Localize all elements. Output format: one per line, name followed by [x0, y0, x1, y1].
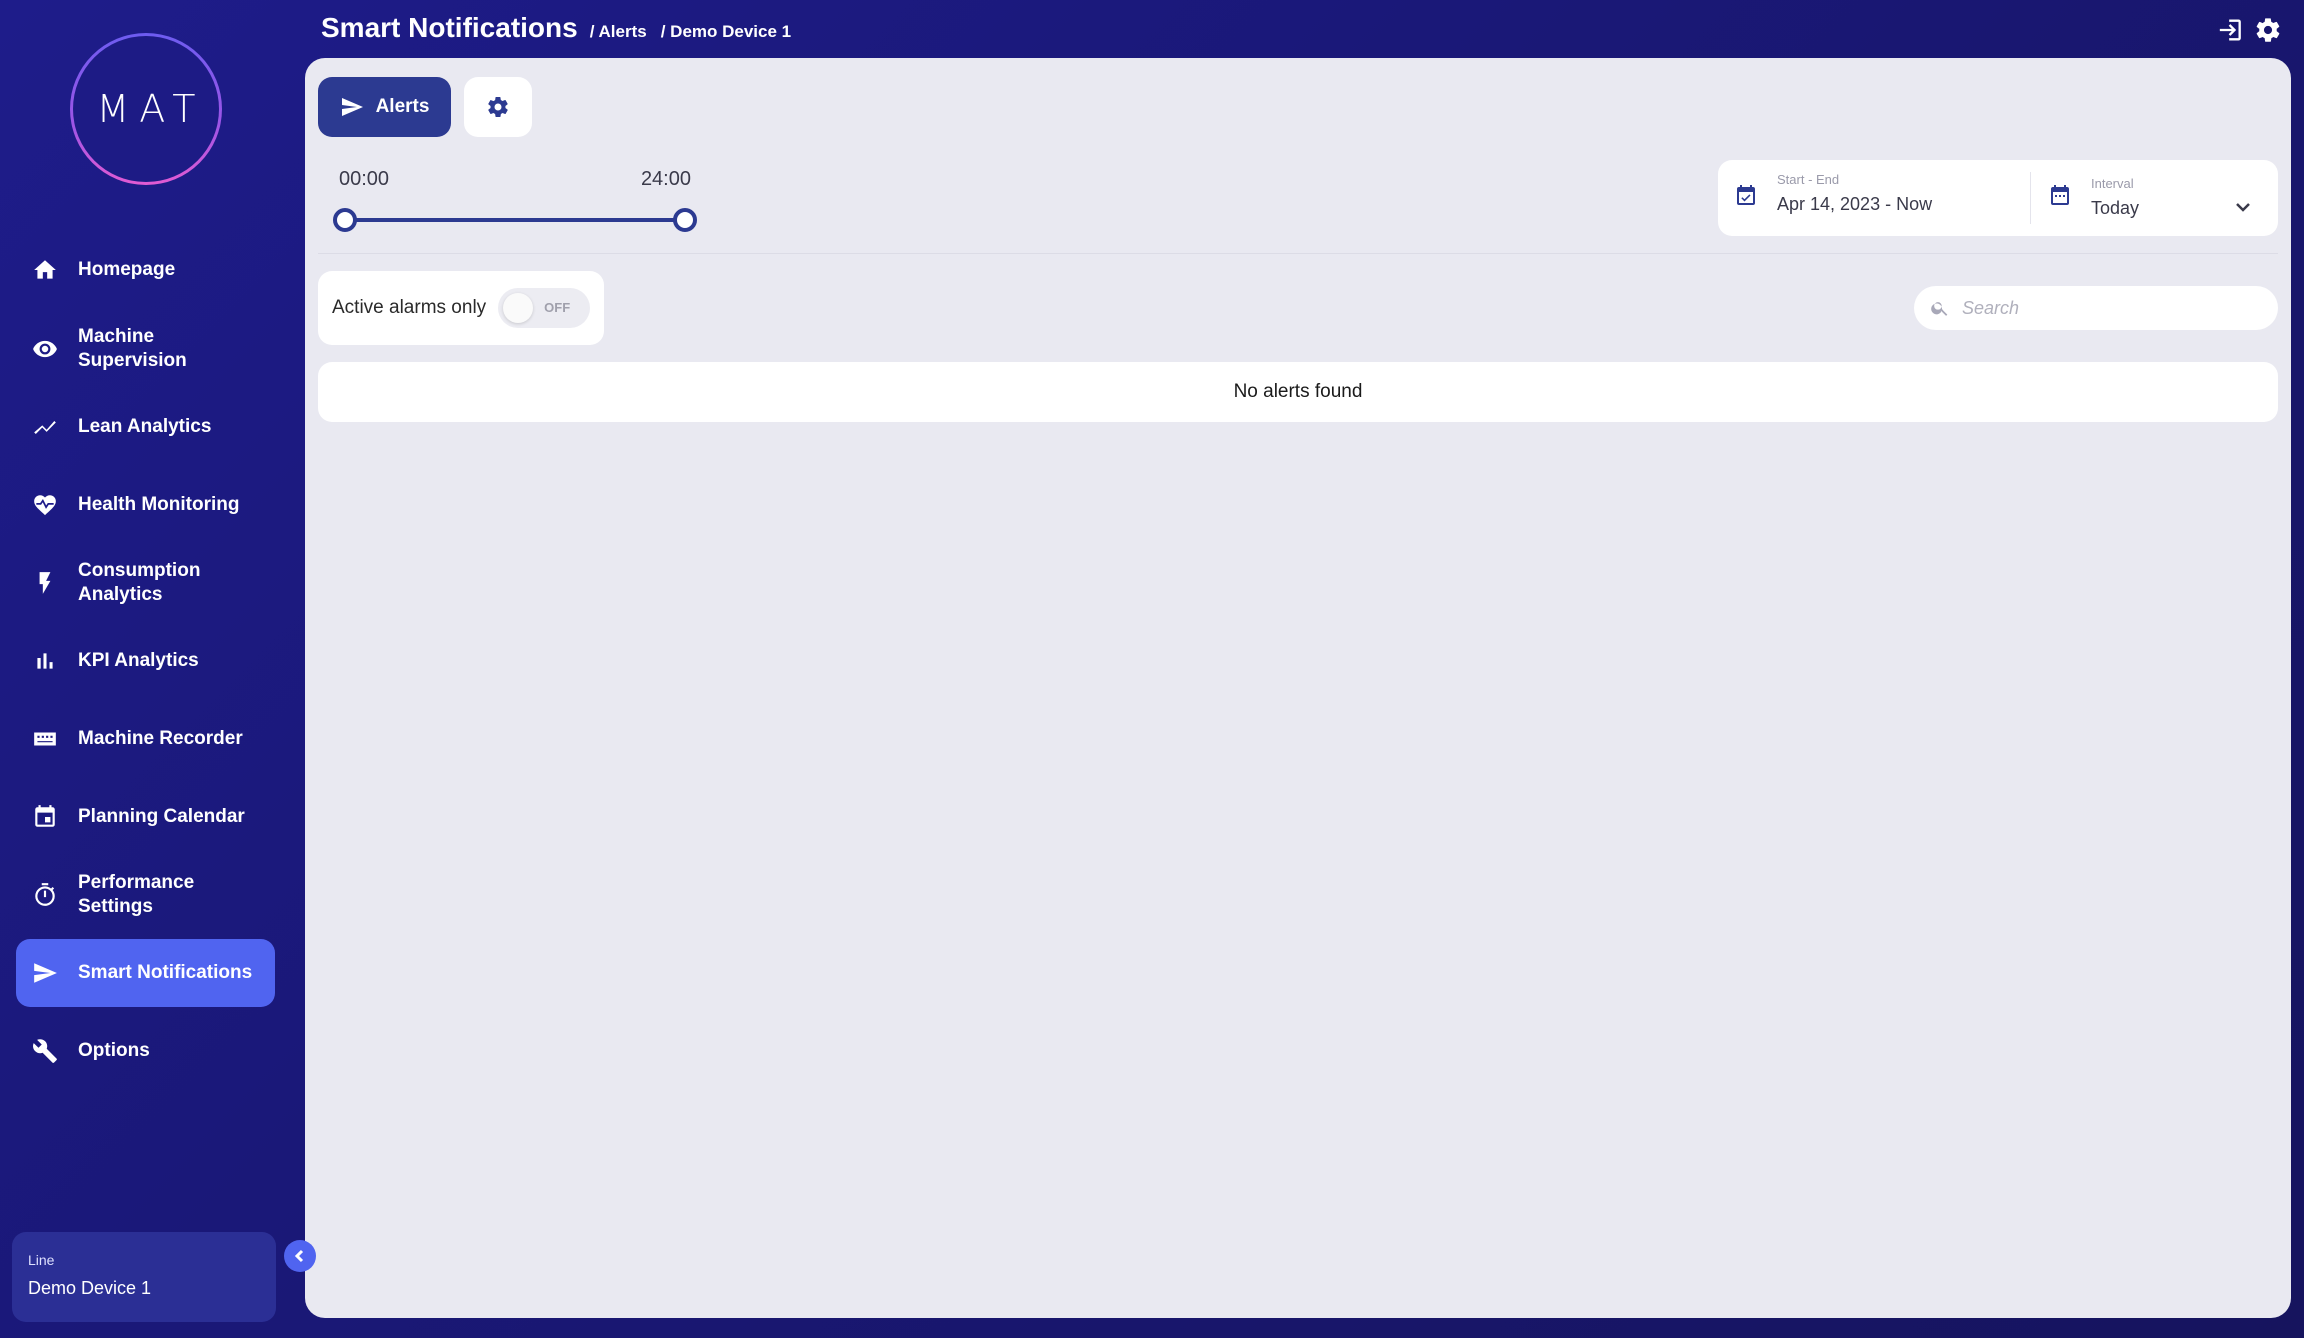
sidebar-item-label: Homepage: [78, 259, 176, 280]
sidebar-item-health-monitoring[interactable]: Health Monitoring: [16, 471, 275, 539]
search-icon: [1931, 302, 1948, 316]
date-range-value[interactable]: Apr 14, 2023 - Now: [1777, 194, 1932, 215]
sidebar-item-label: Lean Analytics: [78, 416, 212, 437]
sidebar-item-label: Machine Recorder: [78, 728, 243, 749]
sidebar-item-smart-notifications[interactable]: Smart Notifications: [16, 939, 275, 1007]
page-header: Smart Notifications / Alerts / Demo Devi…: [321, 12, 805, 44]
line-selector[interactable]: Line Demo Device 1: [12, 1232, 276, 1322]
main-panel: Alerts 00:00 24:00 Start - End Apr 14, 2…: [305, 58, 2291, 1318]
sidebar-item-consumption-analytics[interactable]: Consumption Analytics: [16, 549, 275, 617]
slider-end-handle[interactable]: [673, 208, 697, 232]
recorder-icon: [30, 724, 60, 754]
send-icon: [30, 958, 60, 988]
sidebar-item-label: Health Monitoring: [78, 494, 240, 515]
logo[interactable]: MAT: [70, 33, 222, 185]
home-icon: [30, 255, 60, 285]
calendar-icon: [30, 802, 60, 832]
slider-start-handle[interactable]: [333, 208, 357, 232]
trend-line-icon: [30, 412, 60, 442]
empty-message: No alerts found: [1233, 381, 1363, 402]
sidebar-item-options[interactable]: Options: [16, 1017, 275, 1085]
interval-label: Interval: [2091, 176, 2134, 191]
sidebar-item-label: KPI Analytics: [78, 650, 199, 671]
date-range-picker: Start - End Apr 14, 2023 - Now Interval …: [1718, 160, 2278, 236]
heart-pulse-icon: [30, 490, 60, 520]
slider-start-label: 00:00: [339, 168, 390, 190]
send-icon: [341, 98, 363, 116]
sidebar-item-planning-calendar[interactable]: Planning Calendar: [16, 783, 275, 851]
sidebar-item-homepage[interactable]: Homepage: [16, 236, 275, 304]
breadcrumb-device[interactable]: / Demo Device 1: [661, 22, 791, 42]
date-divider: [2030, 172, 2031, 224]
wrench-icon: [30, 1036, 60, 1066]
logout-icon[interactable]: [2214, 16, 2242, 49]
active-alarms-filter: Active alarms only OFF: [318, 271, 604, 345]
toggle-state: OFF: [544, 300, 571, 315]
collapse-sidebar-button[interactable]: [284, 1240, 316, 1272]
tab-settings[interactable]: [464, 77, 532, 137]
sidebar-item-label: Planning Calendar: [78, 806, 245, 827]
sidebar-item-lean-analytics[interactable]: Lean Analytics: [16, 393, 275, 461]
eye-icon: [30, 334, 60, 364]
timer-icon: [30, 880, 60, 910]
alerts-empty-state: No alerts found: [318, 362, 2278, 422]
sidebar-item-machine-supervision[interactable]: Machine Supervision: [16, 315, 275, 383]
bar-chart-icon: [30, 646, 60, 676]
chevron-left-icon: [294, 1249, 304, 1263]
search-input[interactable]: [1962, 297, 2262, 319]
sidebar-item-label: Machine Supervision: [78, 326, 187, 371]
calendar-icon[interactable]: [2048, 184, 2072, 213]
sidebar-item-kpi-analytics[interactable]: KPI Analytics: [16, 627, 275, 695]
search-field: [1914, 286, 2278, 330]
active-alarms-toggle[interactable]: OFF: [498, 288, 591, 328]
header-actions: [2214, 16, 2282, 49]
bolt-icon: [30, 568, 60, 598]
gear-icon: [488, 97, 508, 118]
toggle-knob: [503, 293, 534, 323]
chevron-down-icon[interactable]: [2234, 198, 2252, 221]
date-range-label: Start - End: [1777, 172, 1840, 187]
sidebar-item-performance-settings[interactable]: Performance Settings: [16, 861, 275, 929]
active-alarms-label: Active alarms only: [332, 297, 487, 318]
sidebar-item-label: Performance Settings: [78, 872, 195, 917]
interval-select[interactable]: Today: [2091, 198, 2139, 219]
slider-end-label: 24:00: [640, 168, 691, 190]
sidebar-item-label: Consumption Analytics: [78, 560, 201, 605]
breadcrumb-alerts[interactable]: / Alerts: [590, 22, 647, 42]
calendar-check-icon[interactable]: [1734, 184, 1758, 213]
logo-text: MAT: [96, 87, 206, 131]
page-title: Smart Notifications: [321, 12, 578, 43]
gear-icon[interactable]: [2254, 16, 2282, 49]
line-label: Line: [28, 1252, 55, 1268]
section-divider: [318, 253, 2278, 254]
sidebar-item-label: Smart Notifications: [78, 962, 253, 983]
line-value: Demo Device 1: [28, 1278, 152, 1298]
slider-track[interactable]: [343, 218, 687, 222]
sidebar-item-label: Options: [78, 1040, 150, 1061]
sidebar-item-machine-recorder[interactable]: Machine Recorder: [16, 705, 275, 773]
time-range-slider: 00:00 24:00: [333, 168, 697, 232]
tab-alerts-label: Alerts: [375, 96, 430, 117]
tab-alerts[interactable]: Alerts: [318, 77, 451, 137]
sidebar: MAT Homepage Machine Supervision Lean An…: [0, 0, 305, 1338]
